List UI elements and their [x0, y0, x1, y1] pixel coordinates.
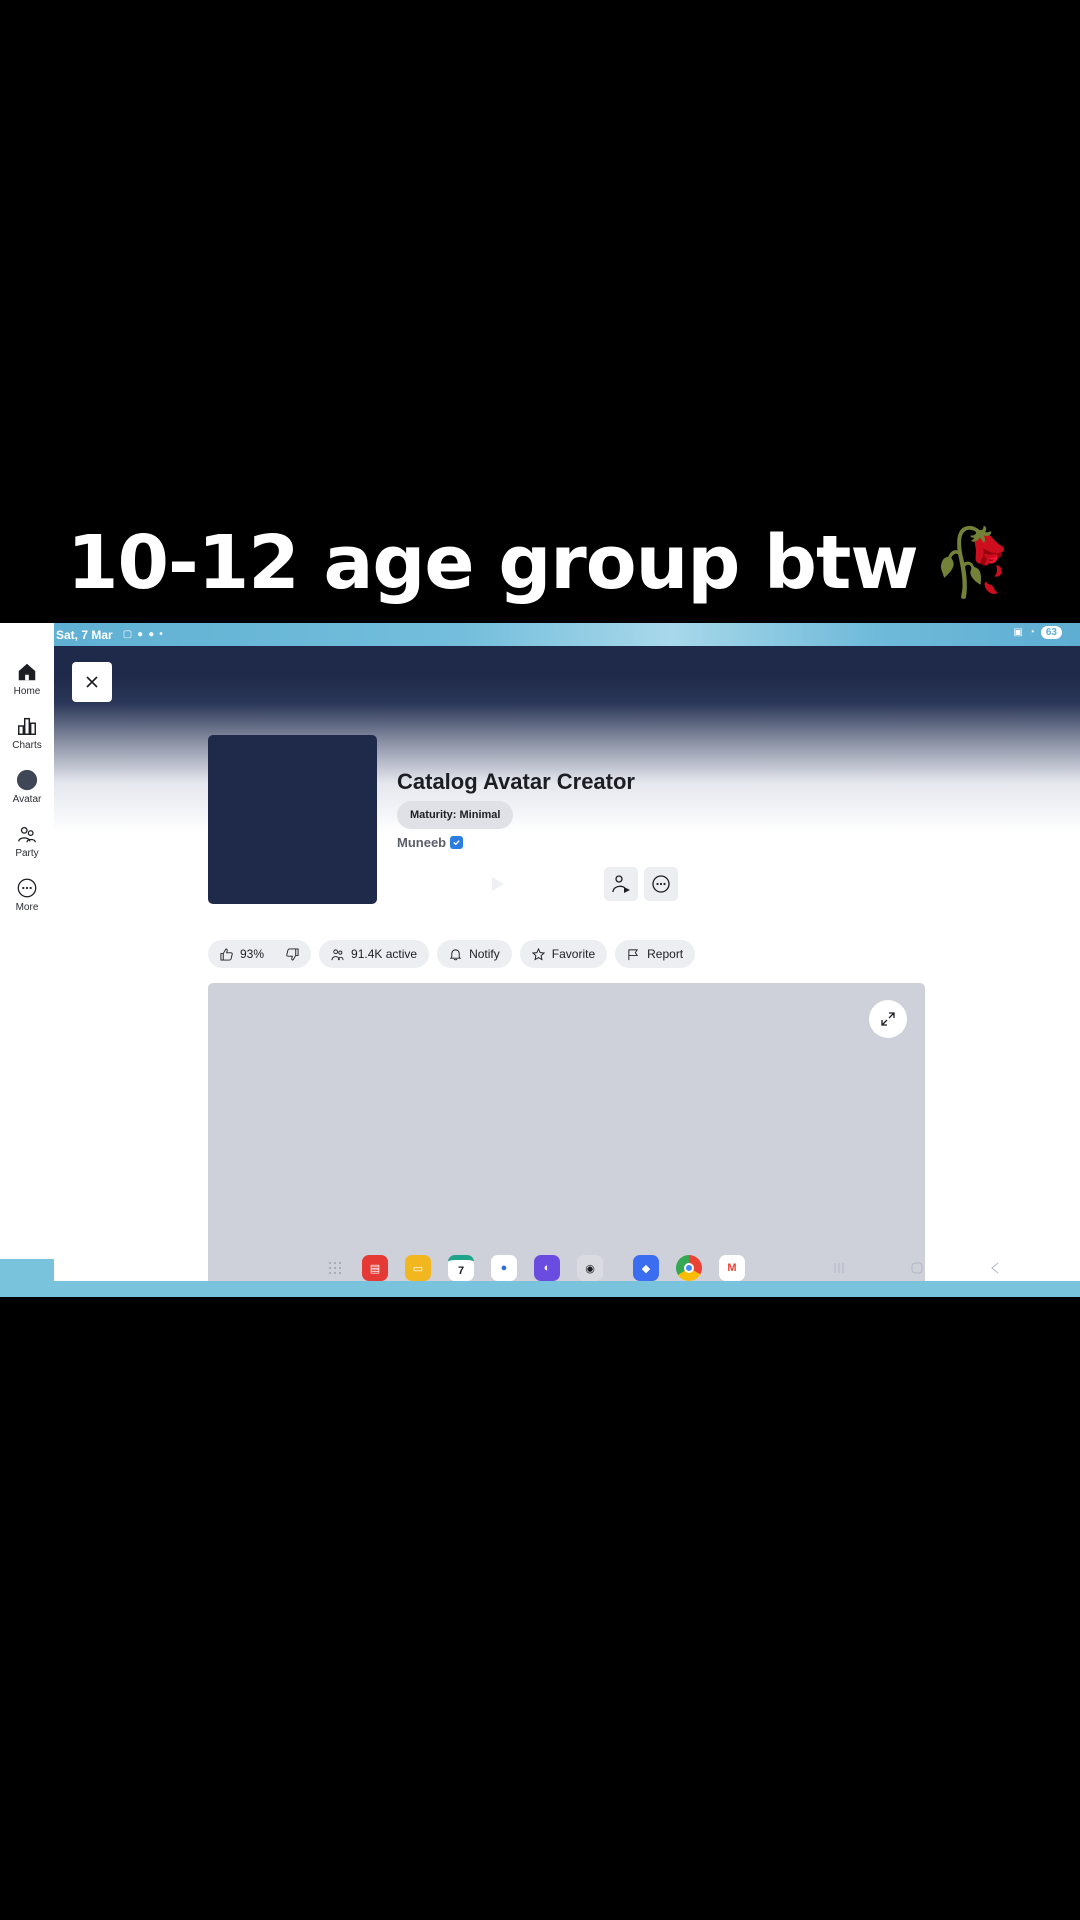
- thumbs-down-icon[interactable]: [286, 947, 299, 961]
- dot-icon: •: [159, 629, 163, 640]
- chrome-app-icon[interactable]: [676, 1255, 702, 1281]
- home-nav-icon[interactable]: [910, 1261, 924, 1275]
- status-date: Sat, 7 Mar: [56, 627, 113, 642]
- star-icon: [531, 947, 545, 961]
- avatar-icon: [16, 769, 38, 791]
- nav-item-charts[interactable]: Charts: [0, 715, 54, 767]
- wifi-icon: ◔: [1028, 627, 1035, 638]
- video-caption: 10-12 age group btw 🥀: [0, 508, 1080, 618]
- calendar-day: 7: [457, 1264, 465, 1277]
- back-icon[interactable]: [988, 1261, 1002, 1275]
- rail-wallpaper-strip: [0, 1259, 54, 1297]
- fullscreen-button[interactable]: [869, 1000, 907, 1038]
- messages-app-icon[interactable]: ●: [491, 1255, 517, 1281]
- active-count: 91.4K active: [351, 947, 418, 961]
- notify-button[interactable]: Notify: [437, 940, 512, 968]
- verified-badge-icon: [450, 836, 464, 849]
- caption-text: 10-12 age group btw: [67, 520, 919, 606]
- join-with-friend-button[interactable]: [604, 867, 638, 901]
- device-screen: Home Charts Avatar Party More Sat, 7 Mar…: [0, 623, 1080, 1297]
- favorite-button[interactable]: Favorite: [519, 940, 608, 968]
- more-options-icon: [652, 875, 670, 893]
- bell-icon: [449, 948, 462, 960]
- stats-row: 93% 91.4K active Notify Favorite Report: [208, 940, 696, 968]
- my-files-app-icon[interactable]: ▭: [405, 1255, 431, 1281]
- report-label: Report: [647, 947, 684, 961]
- game-thumbnail[interactable]: [208, 735, 377, 904]
- gmail-app-icon[interactable]: M: [719, 1255, 745, 1281]
- app-drawer-icon[interactable]: [328, 1261, 342, 1275]
- game-notification-icon: ●: [148, 629, 155, 640]
- game-title: Catalog Avatar Creator: [397, 769, 635, 794]
- wilted-rose-icon: 🥀: [931, 524, 1014, 601]
- more-options-button[interactable]: [644, 867, 678, 901]
- people-icon: [331, 948, 344, 960]
- nav-rail: Home Charts Avatar Party More: [0, 623, 54, 1297]
- nav-label: More: [15, 902, 39, 913]
- nav-item-avatar[interactable]: Avatar: [0, 769, 54, 821]
- nav-item-party[interactable]: Party: [0, 823, 54, 875]
- notification-icon: ▢: [122, 629, 133, 640]
- game-notification-icon: ●: [137, 629, 144, 640]
- calendar-app-icon[interactable]: 7: [448, 1255, 474, 1281]
- flag-icon: [628, 948, 639, 960]
- report-button[interactable]: Report: [615, 940, 696, 968]
- more-icon: [17, 878, 37, 898]
- play-icon[interactable]: [488, 875, 506, 893]
- recents-icon[interactable]: [832, 1261, 846, 1275]
- rating-pill: 93%: [208, 940, 312, 968]
- nav-label: Charts: [12, 740, 42, 751]
- nav-item-home[interactable]: Home: [0, 661, 54, 713]
- active-players-pill: 91.4K active: [319, 940, 430, 968]
- taskbar: ▤ ▭ 7 ● ◐ ◉ ◆ M: [54, 1255, 1080, 1297]
- favorite-label: Favorite: [551, 947, 596, 961]
- notify-label: Notify: [469, 947, 500, 961]
- rating-value: 93%: [240, 947, 265, 961]
- game-details-page: Sat, 7 Mar ▢ ● ● • ▣ ◔ 63 Catalog Avatar…: [54, 623, 1080, 1297]
- nav-label: Party: [15, 848, 39, 859]
- creator-name: Muneeb: [397, 835, 447, 850]
- media-carousel[interactable]: [208, 983, 925, 1297]
- charts-icon: [18, 717, 36, 735]
- roblox-app-icon[interactable]: ◆: [633, 1255, 659, 1281]
- cast-icon: ▣: [1013, 627, 1023, 638]
- thumbs-up-icon[interactable]: [220, 947, 233, 961]
- home-icon: [18, 663, 36, 681]
- party-icon: [18, 826, 36, 843]
- nav-label: Avatar: [12, 794, 42, 805]
- expand-icon: [881, 1012, 895, 1026]
- browser-app-icon[interactable]: ◐: [534, 1255, 560, 1281]
- status-right: ▣ ◔ 63: [1013, 626, 1062, 639]
- nav-item-more[interactable]: More: [0, 877, 54, 929]
- camera-app-icon[interactable]: ◉: [577, 1255, 603, 1281]
- close-icon: [86, 676, 98, 688]
- creator-link[interactable]: Muneeb: [397, 835, 464, 850]
- status-bar: Sat, 7 Mar ▢ ● ● • ▣ ◔ 63: [54, 623, 1080, 646]
- nav-label: Home: [13, 686, 41, 697]
- maturity-badge[interactable]: Maturity: Minimal: [397, 801, 514, 829]
- battery-indicator: 63: [1040, 626, 1062, 639]
- notes-app-icon[interactable]: ▤: [362, 1255, 388, 1281]
- close-button[interactable]: [72, 662, 112, 702]
- person-play-icon: [612, 875, 630, 893]
